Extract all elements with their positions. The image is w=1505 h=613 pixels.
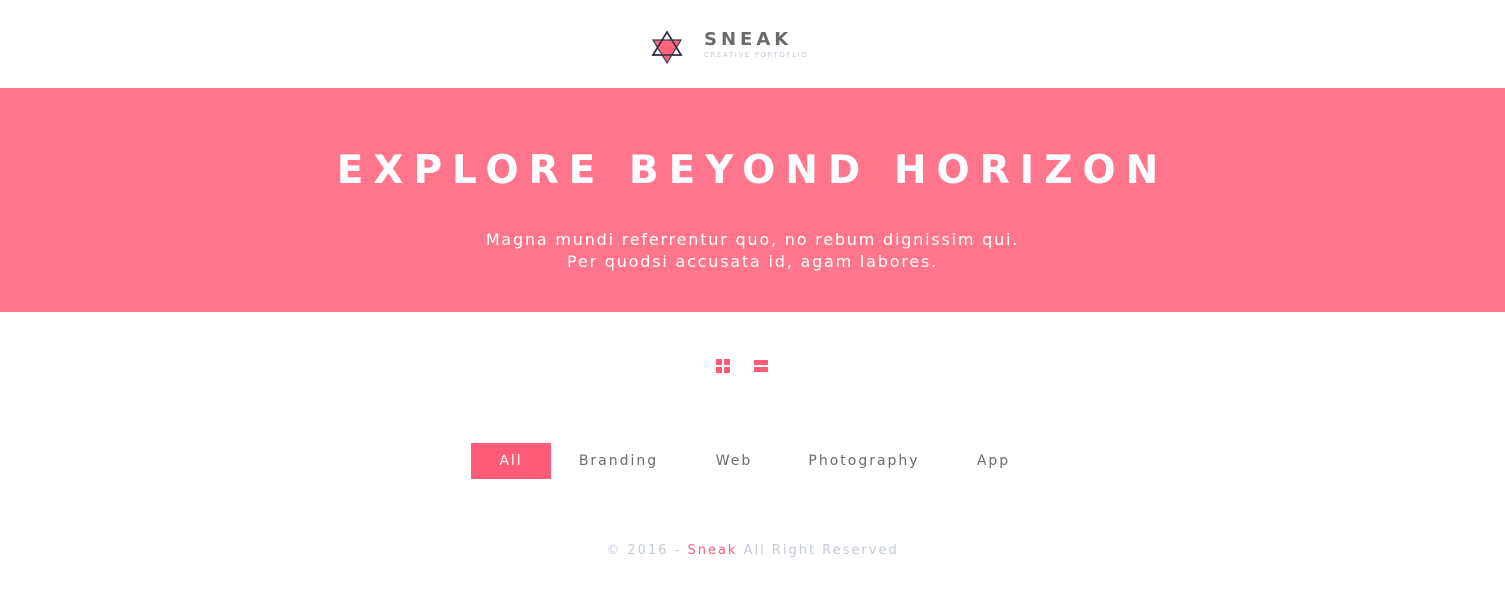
list-view-button[interactable]: [753, 358, 769, 374]
grid-view-icon: [716, 359, 730, 373]
filter-photography[interactable]: Photography: [803, 443, 925, 479]
list-view-icon: [754, 360, 768, 372]
star-of-david-logo-icon: [651, 30, 683, 65]
grid-view-button[interactable]: [715, 358, 731, 374]
portfolio-filter-bar: All Branding Web Photography App: [471, 443, 1051, 479]
filter-all[interactable]: All: [471, 443, 551, 479]
filter-web[interactable]: Web: [705, 443, 763, 479]
logo-tagline: CREATIVE PORTOFLIO: [704, 51, 809, 59]
hero-banner: EXPLORE BEYOND HORIZON Magna mundi refer…: [0, 88, 1505, 312]
copyright-prefix: © 2016 -: [606, 543, 688, 558]
filter-branding[interactable]: Branding: [571, 443, 666, 479]
logo-name: SNEAK: [704, 29, 793, 50]
hero-subtitle-line-2: Per quodsi accusata id, agam labores.: [566, 252, 939, 271]
copyright-suffix: All Right Reserved: [737, 543, 899, 558]
filter-app[interactable]: App: [966, 443, 1021, 479]
footer-brand-link[interactable]: Sneak: [687, 543, 737, 558]
site-header: SNEAK CREATIVE PORTOFLIO: [0, 0, 1505, 88]
hero-subtitle-line-1: Magna mundi referrentur quo, no rebum di…: [485, 230, 1020, 249]
site-footer: © 2016 - Sneak All Right Reserved: [0, 541, 1505, 561]
hero-title: EXPLORE BEYOND HORIZON: [336, 148, 1169, 193]
view-toggle: [715, 358, 771, 374]
